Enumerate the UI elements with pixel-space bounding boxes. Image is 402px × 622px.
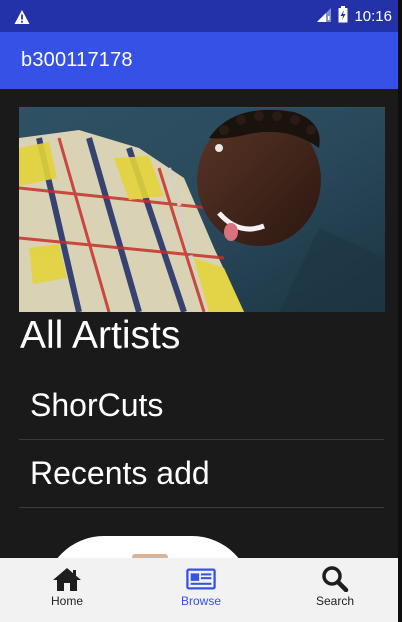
list-item-label: ShorCuts — [30, 387, 164, 423]
nav-item-browse[interactable]: Browse — [134, 558, 268, 622]
battery-charging-icon — [338, 5, 348, 27]
section-heading-all-artists: All Artists — [20, 314, 181, 357]
list-item-recents-add[interactable]: Recents add — [19, 439, 384, 508]
warning-triangle-icon — [14, 9, 30, 25]
status-time: 10:16 — [354, 7, 392, 25]
browse-icon — [186, 566, 216, 592]
search-icon — [320, 566, 350, 592]
cell-signal-icon — [316, 7, 332, 26]
status-bar: 10:16 — [0, 0, 402, 32]
nav-label-home: Home — [50, 594, 83, 608]
artist-card[interactable] — [44, 536, 252, 558]
device-edge — [398, 0, 402, 622]
status-indicators: 10:16 — [316, 5, 392, 27]
nav-label-search: Search — [315, 594, 355, 608]
nav-item-search[interactable]: Search — [268, 558, 402, 622]
bottom-navigation: Home Browse Search — [0, 558, 402, 622]
artist-hero-image[interactable] — [19, 107, 385, 312]
list-item-shortcuts[interactable]: ShorCuts — [19, 371, 384, 440]
nav-label-browse: Browse — [180, 594, 221, 608]
app-screen: 10:16 b300117178 All Artists ShorCuts Re… — [0, 0, 402, 622]
app-title: b300117178 — [21, 49, 133, 71]
list-item-label: Recents add — [30, 455, 210, 491]
main-content[interactable]: All Artists ShorCuts Recents add — [0, 89, 402, 558]
home-icon — [52, 566, 82, 592]
nav-item-home[interactable]: Home — [0, 558, 134, 622]
app-bar: b300117178 — [0, 32, 402, 89]
